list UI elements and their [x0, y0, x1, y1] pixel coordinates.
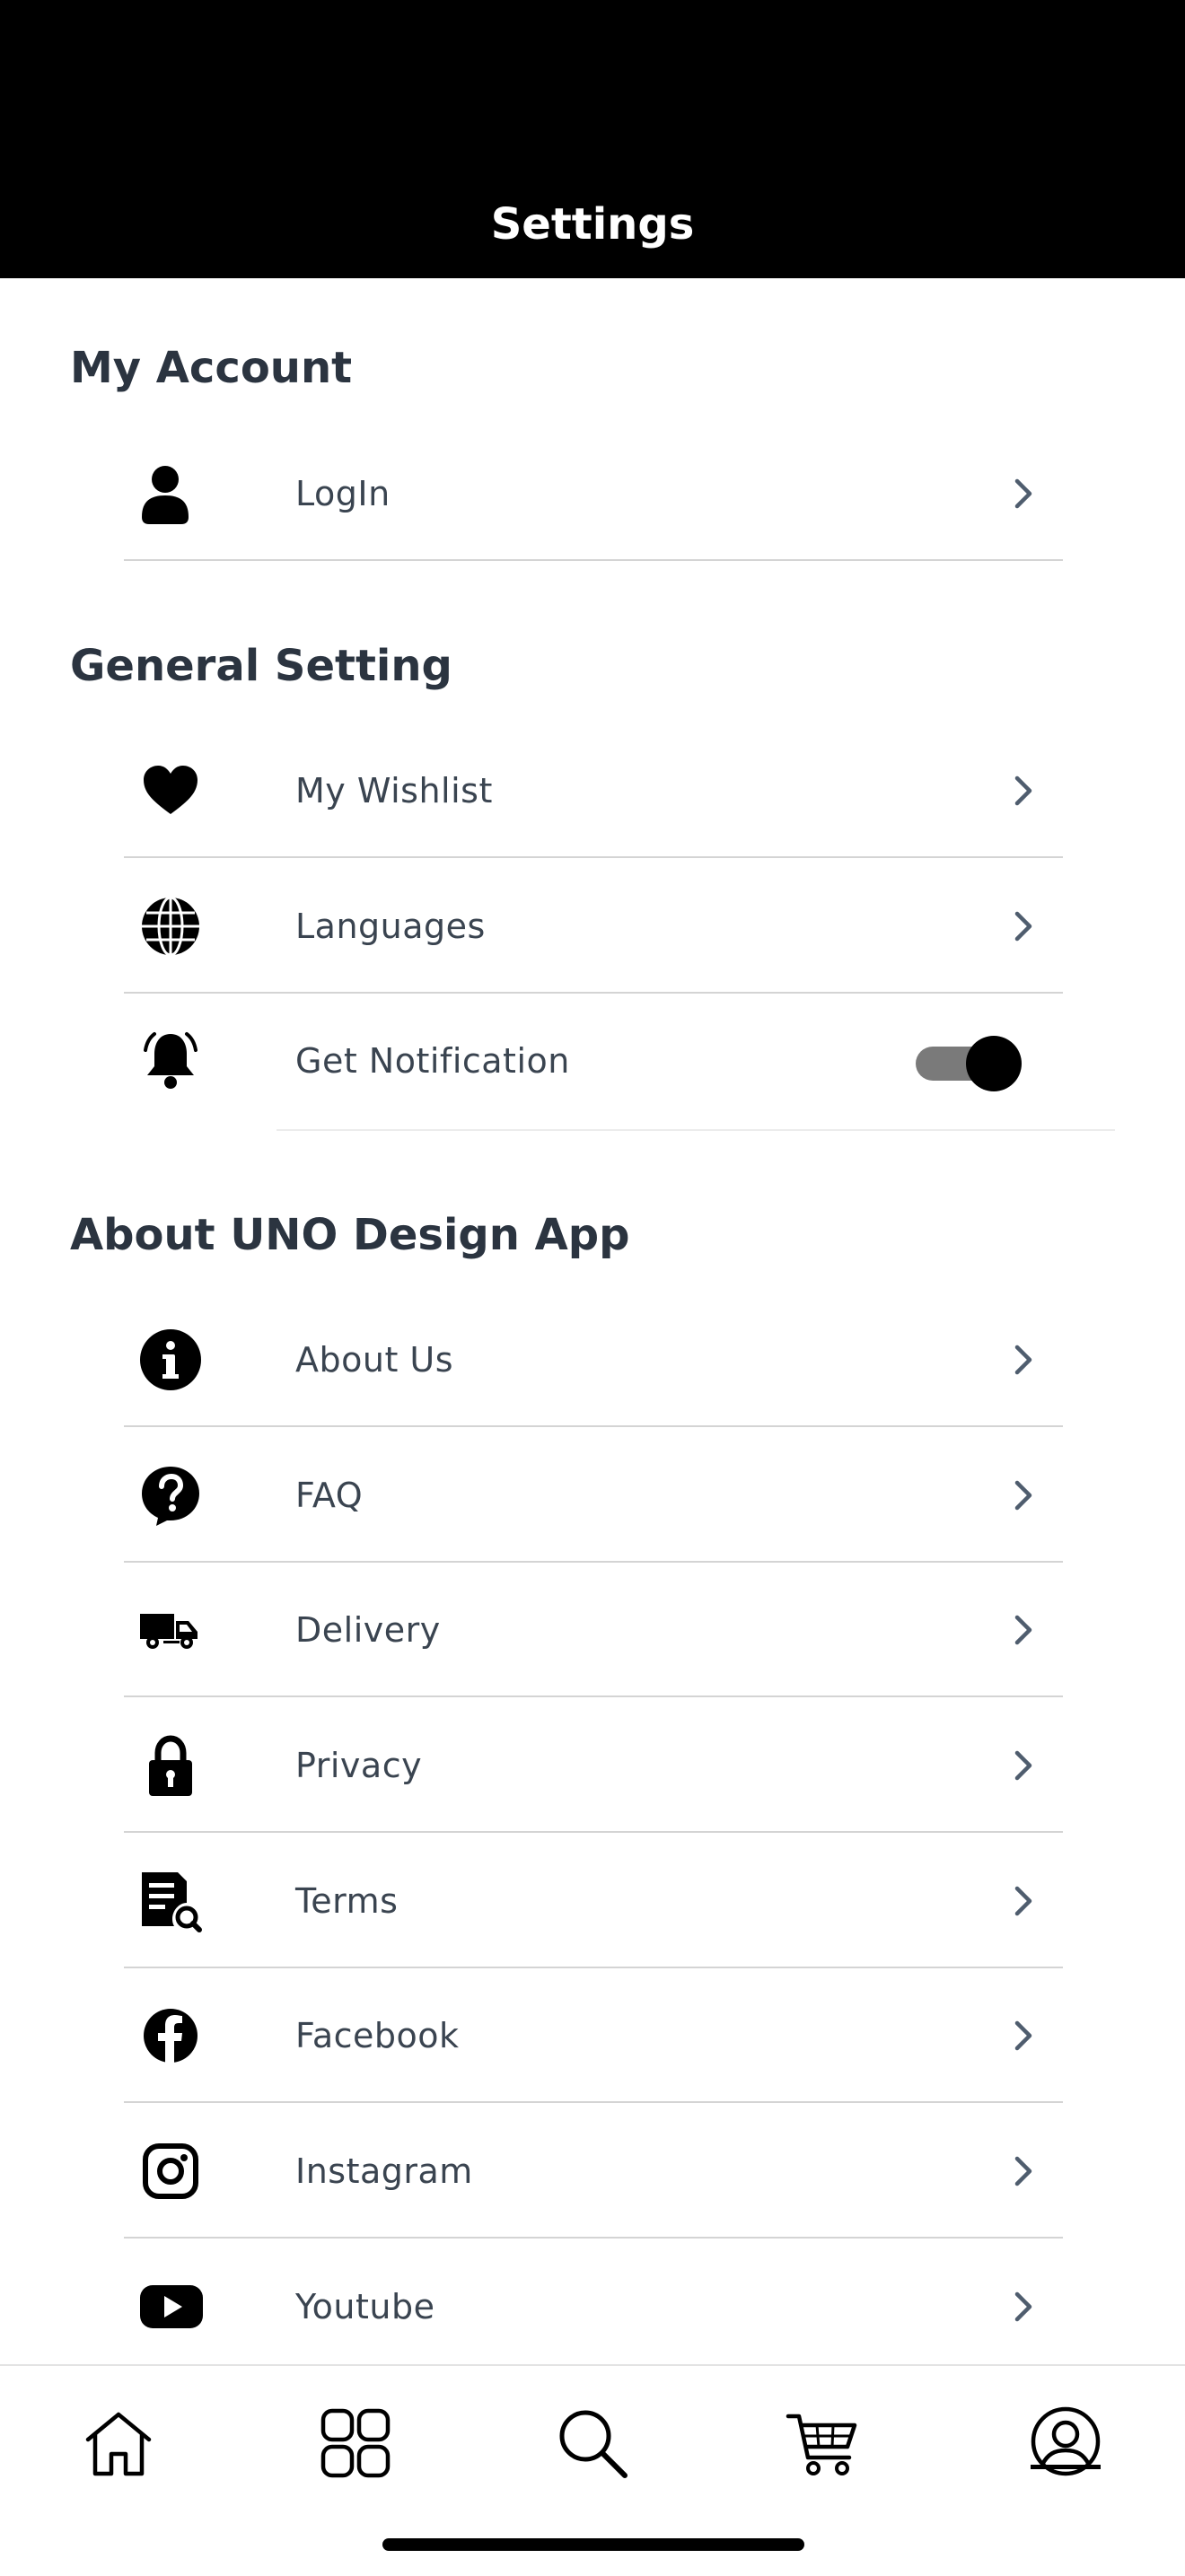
toggle-knob: [966, 1036, 1022, 1091]
home-indicator: [382, 2538, 804, 2551]
question-icon: [138, 1463, 203, 1528]
settings-item-label: Instagram: [295, 2151, 473, 2191]
settings-item-label: Delivery: [295, 1610, 441, 1650]
settings-item-label: Get Notification: [295, 1041, 570, 1081]
divider: [124, 2237, 1063, 2239]
settings-item-label: FAQ: [295, 1476, 364, 1515]
info-icon: [138, 1327, 203, 1392]
settings-item-login[interactable]: LogIn: [124, 426, 1063, 561]
settings-item-label: Facebook: [295, 2016, 460, 2055]
divider: [124, 2101, 1063, 2103]
settings-item-label: Languages: [295, 907, 486, 946]
home-icon[interactable]: [81, 2405, 156, 2481]
settings-item-languages[interactable]: Languages: [124, 859, 1063, 994]
bell-icon: [138, 1029, 203, 1093]
settings-item-youtube[interactable]: Youtube: [124, 2239, 1063, 2374]
section-title-my-account: My Account: [70, 343, 353, 393]
lock-icon: [138, 1733, 203, 1798]
search-icon[interactable]: [555, 2405, 630, 2481]
truck-icon: [138, 1598, 203, 1662]
chevron-right-icon: [1002, 2285, 1045, 2328]
section-title-general-setting: General Setting: [70, 641, 452, 691]
notification-toggle[interactable]: [916, 1036, 1022, 1091]
chevron-right-icon: [1002, 769, 1045, 812]
categories-icon[interactable]: [318, 2405, 393, 2481]
settings-item-label: LogIn: [295, 474, 391, 513]
heart-icon: [138, 758, 203, 823]
cart-icon[interactable]: [785, 2405, 860, 2481]
divider: [276, 1129, 1115, 1131]
profile-icon[interactable]: [1028, 2405, 1103, 2481]
settings-item-privacy[interactable]: Privacy: [124, 1698, 1063, 1833]
page-title: Settings: [490, 199, 695, 250]
settings-item-label: Privacy: [295, 1746, 423, 1785]
chevron-right-icon: [1002, 905, 1045, 948]
settings-item-label: About Us: [295, 1340, 454, 1380]
document-search-icon: [138, 1869, 203, 1933]
divider: [124, 1695, 1063, 1697]
settings-item-get-notification: Get Notification: [124, 994, 1063, 1128]
youtube-icon: [138, 2274, 203, 2339]
settings-item-about-us[interactable]: About Us: [124, 1292, 1063, 1427]
divider: [124, 559, 1063, 561]
settings-item-label: Youtube: [295, 2287, 435, 2326]
chevron-right-icon: [1002, 1338, 1045, 1381]
settings-item-label: Terms: [295, 1881, 399, 1921]
chevron-right-icon: [1002, 1879, 1045, 1923]
chevron-right-icon: [1002, 1474, 1045, 1517]
divider: [124, 1425, 1063, 1427]
user-icon: [138, 461, 203, 526]
settings-item-label: My Wishlist: [295, 771, 493, 810]
chevron-right-icon: [1002, 2014, 1045, 2057]
header-bar: Settings: [0, 0, 1185, 278]
settings-item-terms[interactable]: Terms: [124, 1834, 1063, 1968]
settings-item-facebook[interactable]: Facebook: [124, 1968, 1063, 2103]
section-title-about: About UNO Design App: [70, 1210, 630, 1260]
facebook-icon: [138, 2003, 203, 2068]
settings-item-my-wishlist[interactable]: My Wishlist: [124, 723, 1063, 858]
chevron-right-icon: [1002, 1608, 1045, 1652]
chevron-right-icon: [1002, 1744, 1045, 1787]
globe-icon: [138, 894, 203, 959]
instagram-icon: [138, 2139, 203, 2204]
settings-item-instagram[interactable]: Instagram: [124, 2104, 1063, 2239]
settings-item-faq[interactable]: FAQ: [124, 1428, 1063, 1563]
active-tab-indicator: [1031, 2465, 1101, 2469]
chevron-right-icon: [1002, 472, 1045, 515]
settings-item-delivery[interactable]: Delivery: [124, 1563, 1063, 1697]
chevron-right-icon: [1002, 2150, 1045, 2193]
divider: [124, 1831, 1063, 1833]
divider: [124, 856, 1063, 858]
